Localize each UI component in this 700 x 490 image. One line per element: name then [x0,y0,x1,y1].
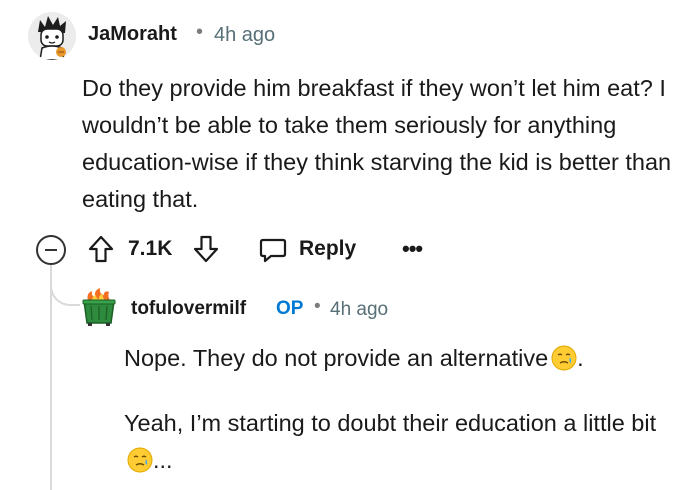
op-badge: OP [276,298,304,319]
reply-text-suffix: . [577,345,584,371]
reply-paragraph: Yeah, I’m starting to doubt their educat… [124,405,684,479]
avatar-character-icon [28,12,76,60]
meta-separator: • [196,21,204,43]
comment-author[interactable]: JaMoraht [88,23,177,46]
reply-text: Nope. They do not provide an alternative [124,345,549,371]
meta-separator: • [314,296,321,317]
comment-body: Do they provide him breakfast if they wo… [82,75,672,212]
comment-thread: JaMoraht • 4h ago Do they provide him br… [0,0,700,490]
downvote-icon[interactable] [192,234,220,264]
more-options-icon[interactable]: ••• [402,238,423,260]
reply-timestamp[interactable]: 4h ago [330,299,388,321]
upvote-icon[interactable] [87,234,115,264]
reply-text-suffix: ... [153,447,173,473]
reply-button[interactable]: Reply [299,237,356,261]
reply-paragraph: Nope. They do not provide an alternative… [124,340,684,377]
thread-line[interactable] [50,265,52,490]
collapse-thread-button[interactable] [36,235,66,265]
dumpster-fire-icon [82,288,116,326]
reply-bubble-icon[interactable] [258,236,288,264]
comment-timestamp[interactable]: 4h ago [214,24,275,47]
vote-score: 7.1K [128,237,173,260]
reply-author[interactable]: tofulovermilf [131,298,246,320]
user-avatar[interactable] [28,12,76,60]
crying-face-emoji [551,345,577,371]
op-avatar[interactable] [80,287,118,327]
thread-branch [50,266,80,306]
crying-face-emoji [127,447,153,473]
reply-text: Yeah, I’m starting to doubt their educat… [124,410,657,436]
reply-body: Nope. They do not provide an alternative… [124,340,684,490]
